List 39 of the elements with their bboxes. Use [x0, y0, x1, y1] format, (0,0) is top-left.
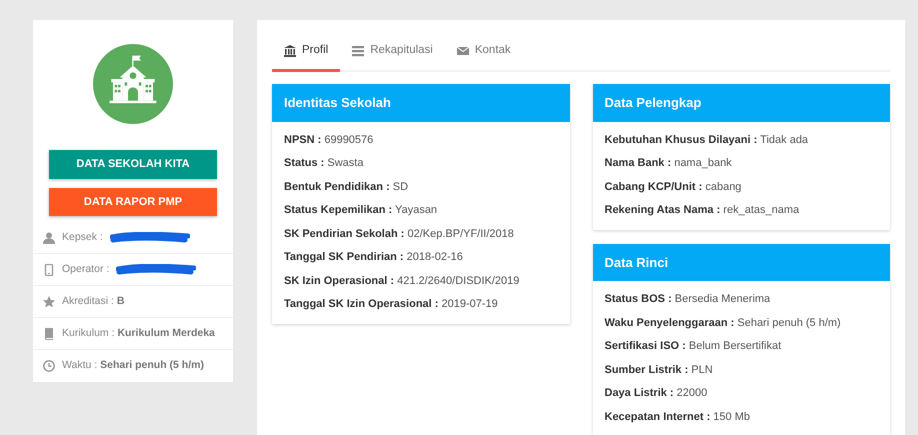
- envelope-icon: [456, 44, 469, 57]
- sidebar-button[interactable]: DATA SEKOLAH KITA: [49, 150, 217, 178]
- star-icon: [43, 296, 55, 308]
- card-header: Identitas Sekolah: [272, 84, 570, 122]
- info-row-text: Cabang KCP/Unit : cabang: [604, 180, 742, 192]
- info-row-text: Kecepatan Internet : 150 Mb: [604, 410, 751, 422]
- bank-icon: [284, 44, 296, 57]
- info-text: Kurikulum : Kurikulum Merdeka: [62, 326, 215, 341]
- user-icon: [43, 232, 55, 244]
- list-icon: [352, 44, 364, 57]
- tab[interactable]: Kontak: [444, 36, 523, 72]
- tab[interactable]: Profil: [272, 36, 340, 72]
- info-text: Waktu : Sehari penuh (5 h/m): [62, 358, 204, 374]
- clock-icon: [43, 360, 55, 372]
- info-row-text: NPSN : 69990576: [283, 132, 374, 146]
- info-row-text: SK Izin Operasional : 421.2/2640/DISDIK/2019: [283, 274, 520, 286]
- info-row-text: Kebutuhan Khusus Dilayani : Tidak ada: [604, 132, 810, 146]
- info-row-text: Sumber Listrik : PLN: [604, 362, 714, 376]
- sidebar-button[interactable]: DATA RAPOR PMP: [49, 188, 217, 216]
- info-row-text: Daya Listrik : 22000: [604, 386, 708, 399]
- card-header: Data Pelengkap: [592, 84, 890, 122]
- card-header: Data Rinci: [592, 244, 890, 282]
- info-text: Operator :: [62, 262, 110, 277]
- info-row-text: Waku Penyelenggaraan : Sehari penuh (5 h/m): [604, 316, 842, 328]
- info-row-text: Sertifikasi ISO : Belum Bersertifikat: [604, 339, 782, 352]
- tab[interactable]: Rekapitulasi: [340, 36, 445, 72]
- info-row-text: Status : Swasta: [283, 156, 364, 169]
- info-text: Akreditasi : B: [62, 294, 124, 309]
- info-text: Kepsek :: [62, 230, 103, 245]
- info-row-text: Tanggal SK Izin Operasional : 2019-07-19: [283, 297, 499, 310]
- info-row-text: Status BOS : Bersedia Menerima: [604, 292, 772, 305]
- info-row-text: Status Kepemilikan : Yayasan: [283, 203, 438, 216]
- info-row-text: Rekening Atas Nama : rek_atas_nama: [604, 203, 800, 216]
- info-row-text: Tanggal SK Pendirian : 2018-02-16: [283, 250, 464, 263]
- info-row-text: Bentuk Pendidikan : SD: [283, 180, 410, 192]
- phone-icon: [43, 264, 55, 276]
- info-row-text: SK Pendirian Sekolah : 02/Kep.BP/YF/II/2018: [283, 226, 515, 240]
- book-icon: [43, 328, 55, 340]
- info-row-text: Nama Bank : nama_bank: [604, 156, 733, 169]
